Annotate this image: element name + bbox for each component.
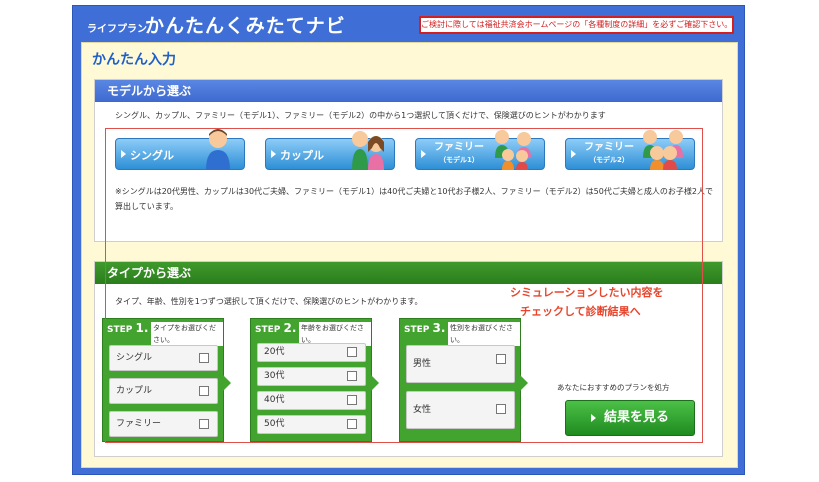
model-family2-sub: （モデル2） <box>589 156 629 164</box>
step3-number: 3. <box>432 321 446 335</box>
step-arrow-icon <box>520 375 528 391</box>
option-label: 20代 <box>264 347 285 357</box>
step1-badge-text: STEP <box>107 325 133 335</box>
step3-panel: STEP 3. 性別をお選びください。 男性 女性 <box>399 318 528 442</box>
brand-subtitle: ライフプラン <box>87 24 147 35</box>
option-20s[interactable]: 20代 <box>257 343 366 362</box>
model-note: ※シングルは20代男性、カップルは30代ご夫婦、ファミリー（モデル1）は40代ご… <box>115 187 713 211</box>
result-caption: あなたにおすすめのプランを処方 <box>557 383 670 392</box>
model-family1-title: ファミリー <box>434 142 484 153</box>
single-person-icon <box>206 129 230 170</box>
step1-number: 1. <box>135 321 149 335</box>
model-panel: モデルから選ぶ シングル、カップル、ファミリー（モデル1）、ファミリー（モデル2… <box>94 79 723 242</box>
notice-banner[interactable]: ご検討に際しては福祉共済会ホームページの「各種制度の詳細」を必ずご確認下さい。 <box>419 16 734 34</box>
checkbox[interactable] <box>347 347 357 357</box>
model-single-label: シングル <box>130 149 174 162</box>
option-label: 50代 <box>264 419 285 429</box>
view-result-label: 結果を見る <box>603 410 669 425</box>
option-50s[interactable]: 50代 <box>257 415 366 434</box>
main-area: かんたん入力 モデルから選ぶ シングル、カップル、ファミリー（モデル1）、ファミ… <box>81 42 738 468</box>
header: ライフプラン かんたんくみたてナビ ご検討に際しては福祉共済会ホームページの「各… <box>73 6 744 40</box>
step-arrow-icon <box>371 375 379 391</box>
checkbox[interactable] <box>199 386 209 396</box>
step1-panel: STEP 1. タイプをお選びください。 シングル カップル ファミリー <box>102 318 231 442</box>
model-family2-button[interactable]: ファミリー （モデル2） <box>565 130 695 170</box>
step1-badge: STEP 1. <box>103 319 148 337</box>
model-single-button[interactable]: シングル <box>115 129 245 170</box>
model-couple-button[interactable]: カップル <box>265 131 395 170</box>
callout-line1: シミュレーションしたい内容を <box>510 286 664 299</box>
model-description: シングル、カップル、ファミリー（モデル1）、ファミリー（モデル2）の中から1つ選… <box>115 111 606 120</box>
model-family2-title: ファミリー <box>584 142 634 153</box>
model-family1-sub: （モデル1） <box>439 156 479 164</box>
brand-title: かんたんくみたてナビ <box>145 15 346 37</box>
family-icon <box>643 130 683 170</box>
couple-icon <box>352 131 384 170</box>
step3-badge-text: STEP <box>404 325 430 335</box>
step2-badge-text: STEP <box>255 325 281 335</box>
option-30s[interactable]: 30代 <box>257 367 366 386</box>
arrow-icon <box>271 150 276 158</box>
option-label: シングル <box>116 353 153 363</box>
type-description: タイプ、年齢、性別を1つずつ選択して頂くだけで、保険選びのヒントがわかります。 <box>115 297 423 306</box>
checkbox[interactable] <box>347 395 357 405</box>
view-result-button[interactable]: 結果を見る <box>565 400 695 436</box>
option-couple[interactable]: カップル <box>109 378 218 404</box>
checkbox[interactable] <box>496 354 506 364</box>
family-icon <box>495 130 531 170</box>
step1-caption: タイプをお選びください。 <box>151 322 223 346</box>
callout-text: シミュレーションしたい内容を チェックして診断結果へ <box>510 283 664 321</box>
option-female[interactable]: 女性 <box>406 391 515 429</box>
checkbox[interactable] <box>199 419 209 429</box>
arrow-icon <box>590 413 596 422</box>
option-single[interactable]: シングル <box>109 345 218 371</box>
option-label: 30代 <box>264 371 285 381</box>
model-family2-label: ファミリー （モデル2） <box>584 142 634 166</box>
option-label: カップル <box>116 386 153 396</box>
model-couple-label: カップル <box>280 149 324 162</box>
arrow-icon <box>571 150 576 158</box>
option-label: 40代 <box>264 395 285 405</box>
option-family[interactable]: ファミリー <box>109 411 218 437</box>
callout-line2: チェックして診断結果へ <box>520 305 641 318</box>
checkbox[interactable] <box>496 404 506 414</box>
section-title: かんたん入力 <box>92 52 176 68</box>
model-family1-button[interactable]: ファミリー （モデル1） <box>415 130 545 170</box>
arrow-icon <box>121 150 126 158</box>
option-40s[interactable]: 40代 <box>257 391 366 410</box>
checkbox[interactable] <box>199 353 209 363</box>
type-panel-heading: タイプから選ぶ <box>95 262 722 284</box>
option-label: 男性 <box>413 359 432 369</box>
checkbox[interactable] <box>347 419 357 429</box>
step2-number: 2. <box>283 321 297 335</box>
step2-panel: STEP 2. 年齢をお選びください。 20代 30代 40代 50代 <box>250 318 379 442</box>
step-arrow-icon <box>223 375 231 391</box>
arrow-icon <box>421 150 426 158</box>
model-family1-label: ファミリー （モデル1） <box>434 142 484 166</box>
option-male[interactable]: 男性 <box>406 345 515 383</box>
app-frame: ライフプラン かんたんくみたてナビ ご検討に際しては福祉共済会ホームページの「各… <box>72 5 745 475</box>
option-label: ファミリー <box>116 419 162 429</box>
checkbox[interactable] <box>347 371 357 381</box>
step3-caption: 性別をお選びください。 <box>448 322 520 346</box>
step3-badge: STEP 3. <box>400 319 445 337</box>
option-label: 女性 <box>413 405 432 415</box>
step2-badge: STEP 2. <box>251 319 296 337</box>
model-panel-heading: モデルから選ぶ <box>95 80 722 102</box>
